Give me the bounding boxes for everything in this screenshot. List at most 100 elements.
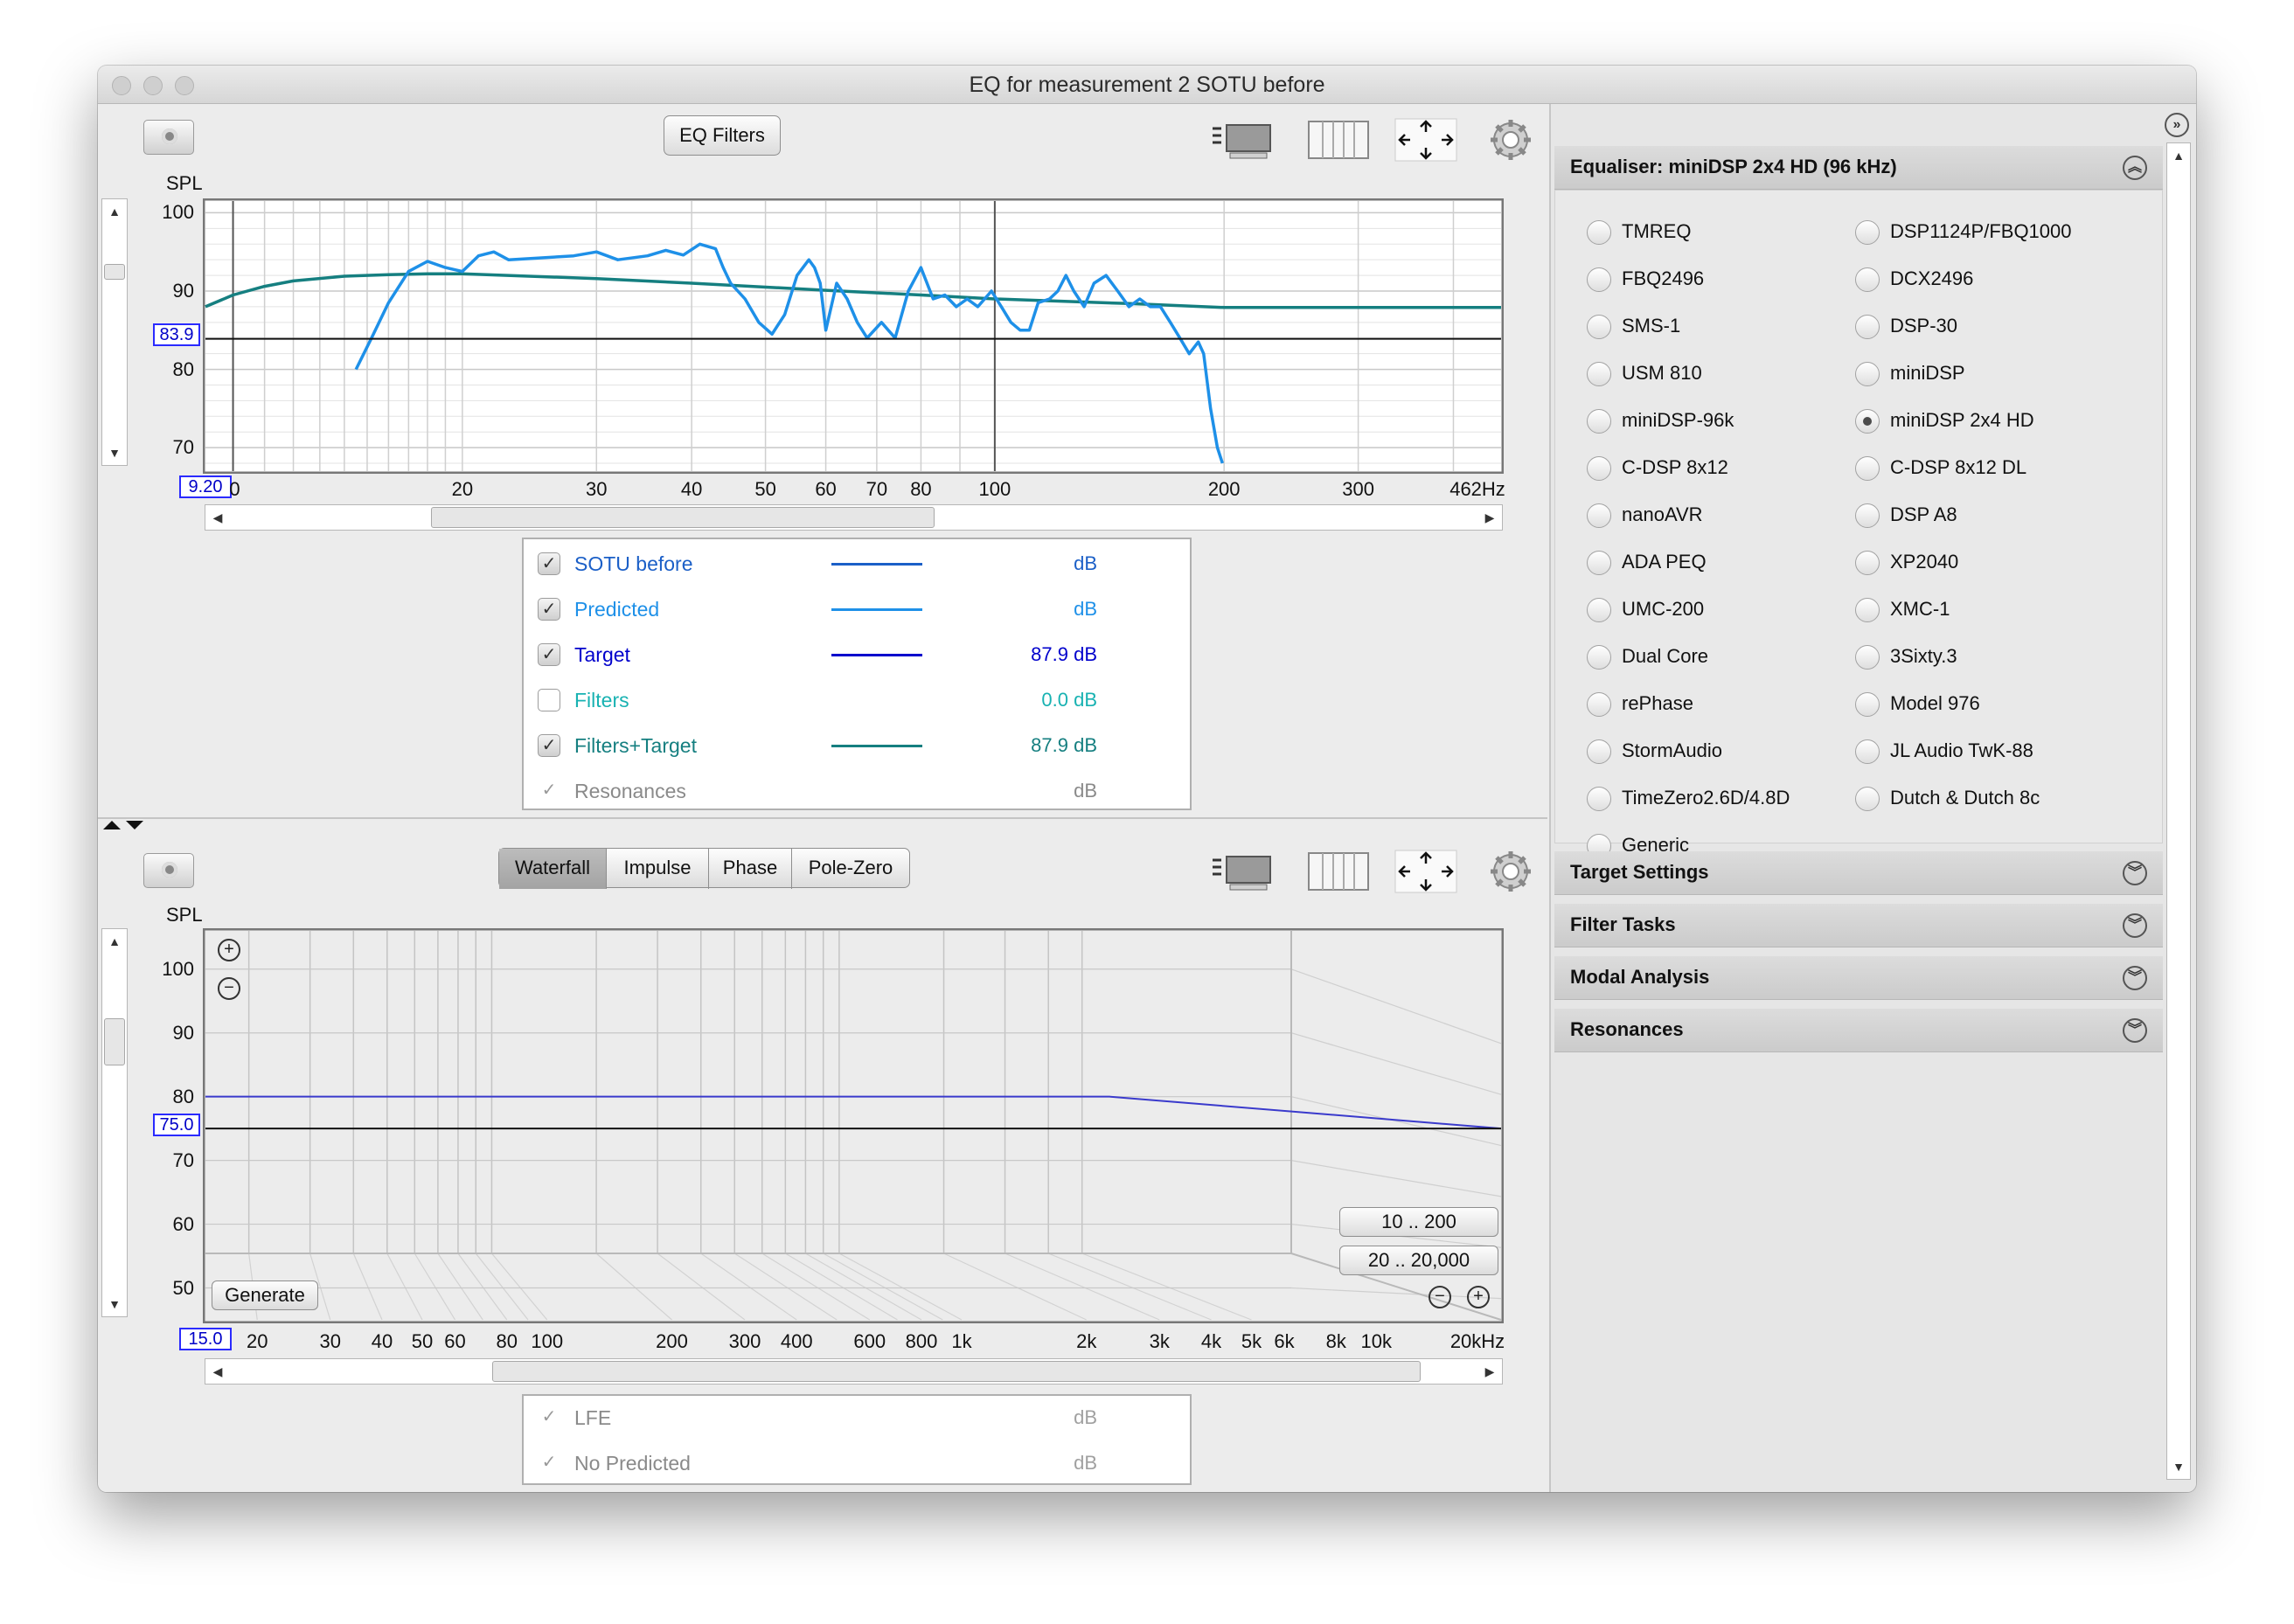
- scroll-up-arrow-icon[interactable]: ▲: [102, 929, 127, 954]
- right-vertical-scrollbar[interactable]: ▲ ▼: [2166, 142, 2191, 1480]
- scroll-up-arrow-icon[interactable]: ▲: [2167, 143, 2190, 168]
- equaliser-option-dsp1124p-fbq1000[interactable]: DSP1124P/FBQ1000: [1855, 215, 2117, 250]
- equaliser-option-dutch-dutch-8c[interactable]: Dutch & Dutch 8c: [1855, 781, 2117, 816]
- pane-splitter[interactable]: [98, 817, 1547, 819]
- radio-button[interactable]: [1587, 220, 1611, 245]
- tab-phase[interactable]: Phase: [709, 849, 792, 889]
- zoom-out-icon[interactable]: −: [1429, 1286, 1451, 1308]
- camera-icon[interactable]: [143, 853, 194, 888]
- radio-button[interactable]: [1587, 692, 1611, 717]
- equaliser-option-timezero2-6d-4-8d[interactable]: TimeZero2.6D/4.8D: [1587, 781, 1849, 816]
- radio-button[interactable]: [1587, 598, 1611, 622]
- generate-button[interactable]: Generate: [212, 1280, 318, 1310]
- radio-button[interactable]: [1587, 739, 1611, 764]
- section-filter-tasks[interactable]: Filter Tasks ︾: [1554, 904, 2163, 947]
- radio-button[interactable]: [1855, 692, 1880, 717]
- equaliser-option-ada-peq[interactable]: ADA PEQ: [1587, 545, 1849, 580]
- scroll-right-arrow-icon[interactable]: ▶: [1477, 505, 1502, 530]
- splitter-arrows-icon[interactable]: [101, 819, 147, 831]
- equaliser-option-xp2040[interactable]: XP2040: [1855, 545, 2117, 580]
- legend-checkbox[interactable]: ✓: [538, 643, 560, 666]
- radio-button[interactable]: [1587, 503, 1611, 528]
- equaliser-option-usm-810[interactable]: USM 810: [1587, 357, 1849, 392]
- chevron-down-icon[interactable]: ︾: [2123, 966, 2147, 990]
- scroll-thumb[interactable]: [431, 507, 935, 528]
- tab-waterfall[interactable]: Waterfall: [499, 849, 607, 889]
- equaliser-option-xmc-1[interactable]: XMC-1: [1855, 593, 2117, 628]
- scroll-up-arrow-icon[interactable]: ▲: [102, 199, 127, 224]
- bottom-cursor-level[interactable]: 75.0: [153, 1114, 200, 1136]
- equaliser-option-minidsp-96k[interactable]: miniDSP-96k: [1587, 404, 1849, 439]
- radio-button[interactable]: [1587, 645, 1611, 670]
- radio-button[interactable]: [1855, 739, 1880, 764]
- camera-icon[interactable]: [143, 120, 194, 155]
- equaliser-option-dual-core[interactable]: Dual Core: [1587, 640, 1849, 675]
- range-20-20000-button[interactable]: 20 .. 20,000: [1339, 1246, 1498, 1275]
- scroll-down-arrow-icon[interactable]: ▼: [102, 1292, 127, 1316]
- top-cursor-level[interactable]: 83.9: [153, 323, 200, 346]
- graph-layout-icon[interactable]: [1211, 118, 1274, 162]
- fit-to-window-icon[interactable]: [1394, 850, 1457, 893]
- radio-button[interactable]: [1587, 315, 1611, 339]
- equaliser-option-fbq2496[interactable]: FBQ2496: [1587, 262, 1849, 297]
- legend-checkbox[interactable]: ✓: [538, 1406, 560, 1429]
- equaliser-option-minidsp-2x4-hd[interactable]: miniDSP 2x4 HD: [1855, 404, 2117, 439]
- radio-button[interactable]: [1587, 267, 1611, 292]
- equaliser-option-tmreq[interactable]: TMREQ: [1587, 215, 1849, 250]
- equaliser-option-umc-200[interactable]: UMC-200: [1587, 593, 1849, 628]
- settings-gear-icon[interactable]: [1479, 850, 1542, 893]
- waterfall-chart[interactable]: [203, 928, 1504, 1323]
- radio-button[interactable]: [1855, 409, 1880, 434]
- range-10-200-button[interactable]: 10 .. 200: [1339, 1207, 1498, 1237]
- legend-checkbox[interactable]: ✓: [538, 780, 560, 802]
- radio-button[interactable]: [1587, 787, 1611, 811]
- chevron-up-icon[interactable]: ︽: [2123, 156, 2147, 180]
- equaliser-option-stormaudio[interactable]: StormAudio: [1587, 734, 1849, 769]
- radio-button[interactable]: [1855, 645, 1880, 670]
- scroll-thumb[interactable]: [104, 1018, 125, 1065]
- equaliser-option-c-dsp-8x12-dl[interactable]: C-DSP 8x12 DL: [1855, 451, 2117, 486]
- bottom-vertical-scrollbar[interactable]: ▲ ▼: [101, 928, 128, 1317]
- zoom-in-icon[interactable]: +: [218, 939, 240, 961]
- equaliser-option-dsp-a8[interactable]: DSP A8: [1855, 498, 2117, 533]
- top-horizontal-scrollbar[interactable]: ◀ ▶: [205, 504, 1503, 531]
- tab-impulse[interactable]: Impulse: [607, 849, 709, 889]
- chevron-down-icon[interactable]: ︾: [2123, 861, 2147, 885]
- tab-pole-zero[interactable]: Pole-Zero: [792, 849, 909, 889]
- equaliser-option-c-dsp-8x12[interactable]: C-DSP 8x12: [1587, 451, 1849, 486]
- scroll-down-arrow-icon[interactable]: ▼: [102, 441, 127, 465]
- radio-button[interactable]: [1587, 551, 1611, 575]
- radio-button[interactable]: [1587, 409, 1611, 434]
- radio-button[interactable]: [1855, 503, 1880, 528]
- radio-button[interactable]: [1855, 787, 1880, 811]
- columns-icon[interactable]: [1307, 850, 1370, 893]
- radio-button[interactable]: [1855, 598, 1880, 622]
- legend-checkbox[interactable]: ✓: [538, 552, 560, 575]
- equaliser-option-3sixty-3[interactable]: 3Sixty.3: [1855, 640, 2117, 675]
- equaliser-option-jl-audio-twk-88[interactable]: JL Audio TwK-88: [1855, 734, 2117, 769]
- top-vertical-scrollbar[interactable]: ▲ ▼: [101, 198, 128, 466]
- radio-button[interactable]: [1855, 220, 1880, 245]
- chevron-down-icon[interactable]: ︾: [2123, 913, 2147, 938]
- settings-gear-icon[interactable]: [1479, 118, 1542, 162]
- radio-button[interactable]: [1855, 551, 1880, 575]
- legend-checkbox[interactable]: ✓: [538, 1452, 560, 1475]
- equaliser-option-rephase[interactable]: rePhase: [1587, 687, 1849, 722]
- radio-button[interactable]: [1587, 362, 1611, 386]
- radio-button[interactable]: [1855, 315, 1880, 339]
- chevron-down-icon[interactable]: ︾: [2123, 1018, 2147, 1043]
- fit-to-window-icon[interactable]: [1394, 118, 1457, 162]
- zoom-in-icon[interactable]: +: [1467, 1286, 1490, 1308]
- equaliser-option-dcx2496[interactable]: DCX2496: [1855, 262, 2117, 297]
- equaliser-section-header[interactable]: Equaliser: miniDSP 2x4 HD (96 kHz) ︽: [1554, 146, 2163, 190]
- legend-checkbox[interactable]: ✓: [538, 598, 560, 621]
- equaliser-option-model-976[interactable]: Model 976: [1855, 687, 2117, 722]
- graph-layout-icon[interactable]: [1211, 850, 1274, 893]
- scroll-left-arrow-icon[interactable]: ◀: [205, 1359, 230, 1384]
- section-modal-analysis[interactable]: Modal Analysis ︾: [1554, 956, 2163, 1000]
- radio-button[interactable]: [1587, 456, 1611, 481]
- radio-button[interactable]: [1855, 456, 1880, 481]
- scroll-thumb[interactable]: [492, 1361, 1421, 1382]
- radio-button[interactable]: [1855, 362, 1880, 386]
- collapse-panel-icon[interactable]: »: [2165, 113, 2189, 137]
